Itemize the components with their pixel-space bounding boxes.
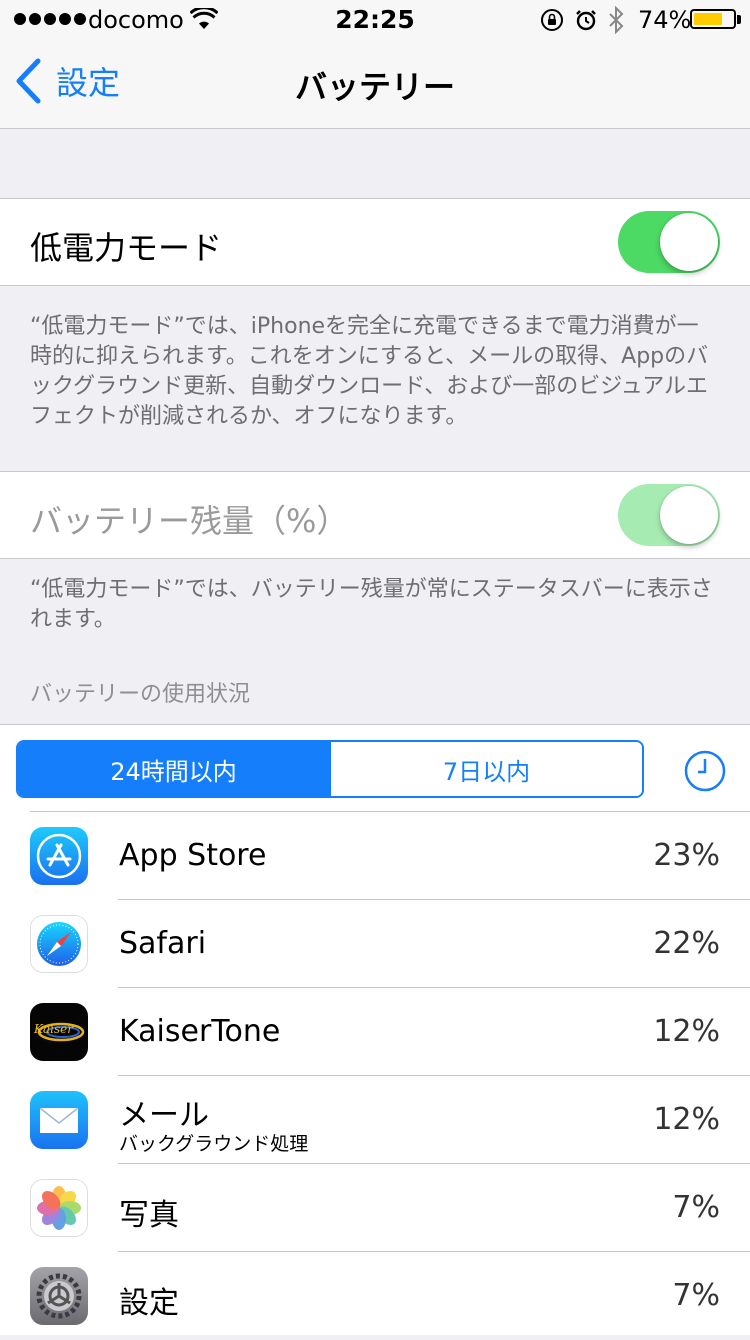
clock-icon[interactable] xyxy=(684,750,726,792)
battery-cap xyxy=(737,15,741,24)
app-name: KaiserTone xyxy=(119,1014,281,1049)
photos-icon xyxy=(30,1179,88,1237)
app-row-kaisertone[interactable]: Kaiser KaiserTone 12% xyxy=(0,988,750,1076)
app-name: メール xyxy=(119,1098,209,1133)
low-power-mode-footer: “低電力モード”では、iPhoneを完全に充電できるまで電力消費が一時的に抑えら… xyxy=(30,314,709,429)
battery-percentage-label: バッテリー残量（%） xyxy=(30,502,349,540)
orientation-lock-icon xyxy=(541,9,563,31)
battery-icon xyxy=(690,9,736,29)
alarm-icon xyxy=(576,10,596,31)
app-store-icon xyxy=(30,827,88,885)
bluetooth-icon xyxy=(609,6,624,34)
app-usage-percent: 22% xyxy=(653,926,720,961)
app-row-mail[interactable]: メール バックグラウンド処理 12% xyxy=(0,1076,750,1164)
mail-icon xyxy=(30,1091,88,1149)
status-bar: docomo 22:25 74% xyxy=(0,0,750,40)
app-usage-percent: 12% xyxy=(653,1102,720,1137)
low-power-mode-switch[interactable] xyxy=(618,211,720,273)
segment-7-days[interactable]: 7日以内 xyxy=(329,742,642,796)
app-usage-percent: 12% xyxy=(653,1014,720,1049)
page-title: バッテリー xyxy=(294,68,455,106)
time-range-segmented-control: 24時間以内 7日以内 xyxy=(16,740,644,798)
battery-percentage-footer: “低電力モード”では、バッテリー残量が常にステータスバーに表示されます。 xyxy=(30,577,713,632)
settings-icon xyxy=(30,1267,88,1325)
low-power-mode-label: 低電力モード xyxy=(30,229,223,267)
app-row-settings[interactable]: 設定 7% xyxy=(0,1252,750,1340)
battery-percentage-cell: バッテリー残量（%） xyxy=(0,471,750,559)
battery-usage-header: バッテリーの使用状況 xyxy=(30,682,251,707)
app-usage-percent: 7% xyxy=(672,1190,720,1225)
battery-percentage-switch[interactable] xyxy=(618,484,720,546)
kaisertone-icon: Kaiser xyxy=(30,1003,88,1061)
battery-percent: 74% xyxy=(638,6,692,34)
app-subtitle: バックグラウンド処理 xyxy=(119,1133,309,1155)
app-name: App Store xyxy=(119,838,267,873)
low-power-mode-cell: 低電力モード xyxy=(0,198,750,286)
app-row-app-store[interactable]: App Store 23% xyxy=(0,812,750,900)
segment-24-hours[interactable]: 24時間以内 xyxy=(18,742,329,796)
app-usage-percent: 7% xyxy=(672,1278,720,1313)
app-name: Safari xyxy=(119,926,207,961)
safari-icon xyxy=(30,915,88,973)
kaisertone-logo-text: Kaiser xyxy=(34,1022,73,1036)
app-name: 写真 xyxy=(119,1198,179,1233)
app-row-photos[interactable]: 写真 7% xyxy=(0,1164,750,1252)
app-row-safari[interactable]: Safari 22% xyxy=(0,900,750,988)
app-name: 設定 xyxy=(119,1286,179,1321)
app-usage-percent: 23% xyxy=(653,838,720,873)
